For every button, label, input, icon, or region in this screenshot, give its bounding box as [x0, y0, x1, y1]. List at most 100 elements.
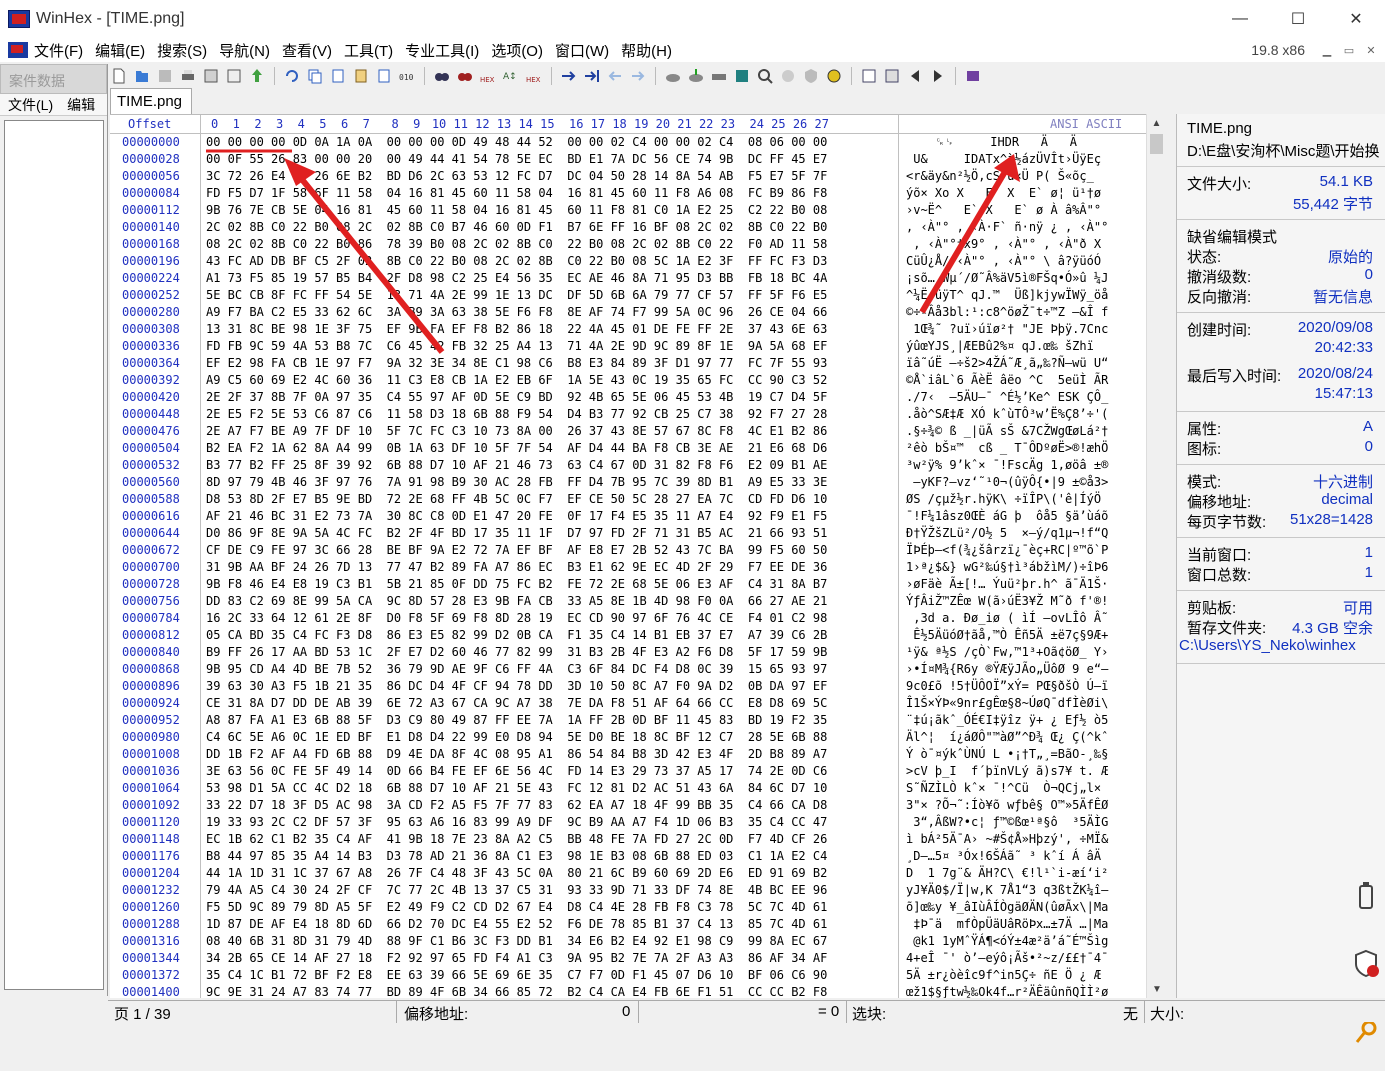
row-ascii[interactable]: ïâ˜úË —÷š2>4ŽÁ˜Æ¸ã„‰?Ñ—wü U“: [906, 356, 1108, 370]
row-hex-bytes[interactable]: FD FB 9C 59 4A 53 B8 7C C6 45 42 FB 32 2…: [206, 339, 827, 353]
row-ascii[interactable]: Ð†ŸŽšZLü²/O½ 5 ×—ý/q1µ¬!f“Q: [906, 526, 1108, 540]
row-hex-bytes[interactable]: 39 63 30 A3 F5 1B 21 35 86 DC D4 4F CF 9…: [206, 679, 827, 693]
close-button[interactable]: ✕: [1327, 0, 1385, 38]
row-hex-bytes[interactable]: 34 2B 65 CE 14 AF 27 18 F2 92 97 65 FD F…: [206, 951, 827, 965]
menu-options[interactable]: 选项(O): [491, 40, 543, 61]
ram-icon[interactable]: [710, 67, 728, 85]
row-hex-bytes[interactable]: 08 40 6B 31 8D 31 79 4D 88 9F C1 B6 3C F…: [206, 934, 827, 948]
menu-navigate[interactable]: 导航(N): [219, 40, 270, 61]
case-data-title[interactable]: 案件数据: [0, 64, 107, 94]
row-ascii[interactable]: D 1 7g¨& ÄH?C\ €!l¹`i-æí‘i²: [906, 866, 1108, 880]
row-ascii[interactable]: ýõ× Xo X E` X E` ø¦ ü¹†ø: [906, 186, 1101, 200]
goto-page-icon[interactable]: [583, 67, 601, 85]
save-icon[interactable]: [156, 67, 174, 85]
paste-hex-icon[interactable]: [375, 67, 393, 85]
calculator-icon[interactable]: [733, 67, 751, 85]
row-ascii[interactable]: >cV þ_I f´þïnVLý ã)s7¥ t. Æ: [906, 764, 1108, 778]
replace-icon[interactable]: A↕: [502, 67, 520, 85]
row-hex-bytes[interactable]: 33 22 D7 18 3F D5 AC 98 3A CD F2 A5 F5 7…: [206, 798, 827, 812]
maximize-button[interactable]: ☐: [1269, 0, 1327, 38]
row-hex-bytes[interactable]: 8D 97 79 4B 46 3F 97 76 7A 91 98 B9 30 A…: [206, 475, 827, 489]
magnifier-icon[interactable]: [756, 67, 774, 85]
row-hex-bytes[interactable]: 9B F8 46 E4 E8 19 C3 B1 5B 21 85 0F DD 7…: [206, 577, 827, 591]
row-hex-bytes[interactable]: D0 86 9F 8E 9A 5A 4C FC B2 2F 4F BD 17 3…: [206, 526, 827, 540]
row-ascii[interactable]: ›øFäè Ã±[!… Ýuü²þr.h^ ã¯Ä1Š·: [906, 577, 1108, 591]
row-ascii[interactable]: õ]œ‰y ¥_âIùÂÍÒgäØÄN(ûøÃx\|Ma: [906, 900, 1108, 914]
row-hex-bytes[interactable]: FD F5 D7 1F 58 6F 11 58 04 16 81 45 60 1…: [206, 186, 827, 200]
row-hex-bytes[interactable]: 35 C4 1C B1 72 BF F2 E8 EE 63 39 66 5E 6…: [206, 968, 827, 982]
scroll-up-icon[interactable]: ▲: [1147, 114, 1166, 132]
menu-help[interactable]: 帮助(H): [621, 40, 672, 61]
menu-file[interactable]: 文件(F): [34, 40, 83, 61]
row-hex-bytes[interactable]: 08 2C 02 8B C0 22 B0 86 78 39 B0 08 2C 0…: [206, 237, 827, 251]
row-hex-bytes[interactable]: 43 FC AD DB BF C5 2F 02 8B C0 22 B0 08 2…: [206, 254, 827, 268]
row-hex-bytes[interactable]: A9 F7 BA C2 E5 33 62 6C 3A B9 3A 63 38 5…: [206, 305, 827, 319]
row-ascii[interactable]: ¹ÿ& ª½S /çÒ`Fw‚™1³+Oã¢öØ_ Y›: [906, 645, 1108, 659]
row-hex-bytes[interactable]: A1 73 F5 85 19 57 B5 B4 2F D8 98 C2 25 E…: [206, 271, 827, 285]
row-hex-bytes[interactable]: EC 1B 62 C1 B2 35 C4 AF 41 9B 18 7E 23 8…: [206, 832, 827, 846]
row-ascii[interactable]: ¡sõ… Wµ´/Ø˜Â%äV5ì®FŠq•Ó»û ¼J: [906, 271, 1108, 285]
row-ascii[interactable]: ‡Þ¯ä mfÒpÜäUâRöÞx…±7Ä …|Ma: [906, 917, 1108, 931]
row-ascii[interactable]: ¨‡ú¡ãkˆ_ÓÉ€I‡ÿîz ÿ+ ¿ Eƒ½ ò5: [906, 713, 1108, 727]
row-hex-bytes[interactable]: B9 FF 26 17 AA BD 53 1C 2F E7 D2 60 46 7…: [206, 645, 827, 659]
tab-time-png[interactable]: TIME.png: [110, 88, 192, 114]
row-ascii[interactable]: ©Å`iâL`6 ÃèË âëo ^C 5eüÌ ÃR: [906, 373, 1108, 387]
row-hex-bytes[interactable]: 2E 2F 37 8B 7F 0A 97 35 C4 55 97 AF 0D 5…: [206, 390, 827, 404]
row-hex-bytes[interactable]: 00 00 00 00 0D 0A 1A 0A 00 00 00 0D 49 4…: [206, 135, 827, 149]
row-ascii[interactable]: ýûœYJS¸|ÆEBû2%¤ qJ.œ‰ šZhï: [906, 339, 1094, 353]
open-disk-icon[interactable]: [687, 67, 705, 85]
row-hex-bytes[interactable]: AF 21 46 BC 31 E2 73 7A 30 8C C8 0D E1 4…: [206, 509, 827, 523]
row-ascii[interactable]: 5Ä ±r¿òèîc9f^in5Ç÷ ñE Ö ¿ Æ: [906, 968, 1101, 982]
disk-icon[interactable]: [664, 67, 682, 85]
paste-icon[interactable]: [352, 67, 370, 85]
menu-edit[interactable]: 编辑(E): [95, 40, 145, 61]
find-hex-icon[interactable]: [456, 67, 474, 85]
row-hex-bytes[interactable]: B2 EA F2 1A 62 8A A4 99 0B 1A 63 DF 10 5…: [206, 441, 827, 455]
copy-hex-icon[interactable]: [329, 67, 347, 85]
row-ascii[interactable]: ›•Í¤M¾{R6y ®ŸÆÿJÃo„ÜôØ 9 e“—: [906, 662, 1108, 676]
row-ascii[interactable]: ^¼Ë üÿT^ qJ.™ Üß]kjywÏWÿ_öå: [906, 288, 1108, 302]
row-ascii[interactable]: Ê½5ÄüóØ†ãå‚™Ò Êñ5Ä ±ë7ç§9Æ+: [906, 628, 1108, 642]
row-hex-bytes[interactable]: 31 9B AA BF 24 26 7D 13 77 47 B2 89 FA A…: [206, 560, 827, 574]
new-file-icon[interactable]: [110, 67, 128, 85]
undo-icon[interactable]: [283, 67, 301, 85]
row-ascii[interactable]: ØS /çµž½r.hÿK\ ÷ïÎP\('ê|ÍýÖ: [906, 492, 1108, 506]
usb-icon[interactable]: [1351, 880, 1381, 916]
row-ascii[interactable]: .åò^SÆ‡Æ XÓ kˆùTÔ³w’Ë%Ç8’÷'(: [906, 407, 1108, 421]
row-ascii[interactable]: ©÷ºÂå3bl:¹:c8^öøŽ¯t÷™Z –&Î f: [906, 305, 1108, 319]
row-ascii[interactable]: œž1$§ƒtw½‰Ok4f…r²ÄÊäûnñQÌÌ²ø: [906, 985, 1108, 998]
hex-vertical-scrollbar[interactable]: ▲ ▼: [1146, 114, 1166, 998]
scroll-down-icon[interactable]: ▼: [1147, 980, 1167, 998]
row-ascii[interactable]: ␍␊ IHDR Ä Ä: [906, 135, 1077, 150]
row-hex-bytes[interactable]: 44 1A 1D 31 1C 37 67 A8 26 7F C4 48 3F 4…: [206, 866, 827, 880]
goto-offset-icon[interactable]: [560, 67, 578, 85]
row-hex-bytes[interactable]: 1D 87 DE AF E4 18 8D 6D 66 D2 70 DC E4 5…: [206, 917, 827, 931]
row-ascii[interactable]: 1Œ¾˜ ?uï›úïø²† "JE Þþÿ.7Cnc: [906, 322, 1108, 336]
row-ascii[interactable]: 4+eÎ ¯' ò’—eýô¡Ãš•²~z/££†¯4¯: [906, 951, 1108, 965]
row-ascii[interactable]: Ý ò¯¤ýkˆÙNÚ L •¡†T„¸=BãO-¸‰§: [906, 747, 1108, 761]
row-hex-bytes[interactable]: 16 2C 33 64 12 61 2E 8F D0 F8 5F 69 F8 8…: [206, 611, 827, 625]
row-hex-bytes[interactable]: 2C 02 8B C0 22 B0 08 2C 02 8B C0 B7 46 6…: [206, 220, 827, 234]
row-hex-bytes[interactable]: 2E E5 F2 5E 53 C6 87 C6 11 58 D3 18 6B 8…: [206, 407, 827, 421]
mdi-restore-button[interactable]: ▭: [1339, 42, 1359, 58]
row-hex-bytes[interactable]: 13 31 8C BE 98 1E 3F 75 EF 9B FA EF F8 B…: [206, 322, 827, 336]
row-ascii[interactable]: ²êò bŠ¤™ cß _ T¯ÔDºøË>®!æhÖ: [906, 441, 1108, 455]
menu-tools[interactable]: 工具(T): [344, 40, 393, 61]
row-hex-bytes[interactable]: 9C 9E 31 24 A7 83 74 77 BD 89 4F 6B 34 6…: [206, 985, 827, 998]
row-ascii[interactable]: yJ¥Ä0$/Ï|w,K 7Å1“3 q3ßtŽK¼î–: [906, 883, 1108, 897]
row-ascii[interactable]: 3“,ÂßW?•c¦ ƒ™©ßœ¹ª§ô ³5ÄÌG: [906, 815, 1108, 829]
row-ascii[interactable]: ¸D—…5¤ ³Óx­!6ŠÁã˜ ³ kˆí Á âÄ: [906, 849, 1101, 863]
replace-hex-icon[interactable]: HEX: [525, 67, 543, 85]
case-file-menu[interactable]: 文件(L): [8, 95, 53, 115]
next-icon[interactable]: [929, 67, 947, 85]
row-hex-bytes[interactable]: 3E 63 56 0C FE 5F 49 14 0D 66 B4 FE EF 6…: [206, 764, 827, 778]
minimize-button[interactable]: —: [1211, 0, 1269, 38]
row-ascii[interactable]: U& IDATx^ì½ázÜVÎt›ÜÿEç: [906, 152, 1101, 166]
security-shield-icon[interactable]: [1351, 947, 1381, 983]
row-hex-bytes[interactable]: D8 53 8D 2F E7 B5 9E BD 72 2E 68 FF 4B 5…: [206, 492, 827, 506]
row-hex-bytes[interactable]: B8 44 97 85 35 A4 14 B3 D3 78 AD 21 36 8…: [206, 849, 827, 863]
binary-icon[interactable]: 010: [398, 67, 416, 85]
row-ascii[interactable]: 9c0£õ !5†ÜÔOÏ”xÝ= PŒ§ðšÒ Ú—ï: [906, 679, 1108, 693]
case-tree[interactable]: [4, 120, 104, 990]
row-hex-bytes[interactable]: 19 33 93 2C C2 DF 57 3F 95 63 A6 16 83 9…: [206, 815, 827, 829]
